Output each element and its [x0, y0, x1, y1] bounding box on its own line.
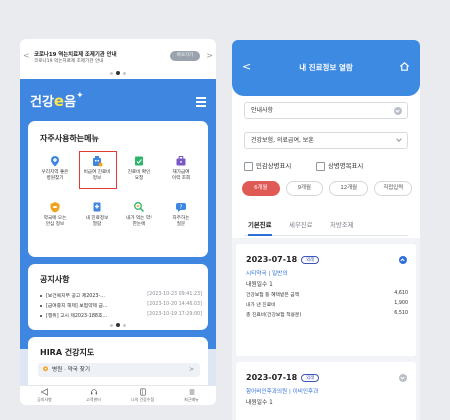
tab-health-notebook[interactable]: 나의 건강수첩	[118, 386, 167, 405]
tab-basic-care[interactable]: 기본진료	[248, 220, 272, 236]
record-date: 2023-07-18 외래	[246, 373, 320, 382]
receipt-check-icon	[135, 156, 143, 166]
favorite-menu-item[interactable]: 비급여 진료비 정보	[76, 149, 118, 195]
pill-search-icon	[134, 202, 144, 212]
record-card[interactable]: 2023-07-18 외래 시티약국 | 일반의 내원일수 1 건강보험 등 혜택…	[236, 244, 416, 356]
favorite-menu-grid: 우리지역 좋은 병원찾기 비급여 진료비 정보 진료비 확인 요청 재가급여 이력 조회 약국에…	[34, 149, 202, 241]
left-phone-screen: < 코로나19 역는치료제 조제기관 안내 코로나19 먹는치료제 조제기관 안…	[20, 39, 216, 405]
list-icon	[189, 389, 194, 395]
favorite-menu-label: 비급여 진료비	[83, 170, 111, 175]
briefcase-icon	[176, 156, 186, 166]
favorite-menu-card: 자주사용하는메뉴 우리지역 좋은 병원찾기 비급여 진료비 정보 진료비 확인 요청 재가급…	[28, 121, 208, 257]
notice-title: 공지사항	[40, 275, 70, 284]
hamburger-menu-icon[interactable]	[196, 97, 206, 109]
record-visit-days: 내원일수 1	[246, 282, 273, 288]
notice-item[interactable]: [행위] 고시 제2023-188호… [2023-10-19 17:29:00]	[40, 312, 204, 319]
page-title: 내 진료정보 열람	[299, 63, 353, 72]
app-logo: 건강e음✦	[30, 91, 84, 110]
tab-prescription[interactable]: 처방조제	[330, 220, 354, 229]
money-building-icon	[93, 156, 103, 167]
favorite-menu-item[interactable]: ? 자주하는 질문	[160, 195, 202, 241]
period-custom[interactable]: 직접입력	[374, 181, 412, 196]
sensitive-disease-checkbox[interactable]: 민감상병표시	[244, 162, 291, 171]
medical-record-icon	[93, 202, 101, 212]
notebook-icon	[139, 388, 146, 396]
favorite-menu-label: 질문	[176, 222, 186, 227]
banner-pagination	[20, 71, 216, 75]
favorite-menu-label: 한눈에	[132, 222, 146, 227]
favorite-menu-label: 이력 조회	[171, 176, 191, 181]
outpatient-badge: 외래	[301, 373, 320, 382]
expand-icon[interactable]	[399, 374, 407, 382]
notice-card: 공지사항 [보건복지부 공고 제2023-… [2023-10-23 09:41:…	[28, 264, 208, 330]
period-selector: 6개월 9개월 12개월 직접입력	[242, 181, 412, 196]
favorite-menu-item[interactable]: 내가 먹는 약! 한눈에	[118, 195, 160, 241]
favorite-menu-title: 자주사용하는메뉴	[40, 134, 99, 143]
banner-prev-button[interactable]: <	[23, 51, 30, 60]
pill-shield-icon	[50, 202, 60, 213]
hira-title: HIRA 건강지도	[40, 348, 95, 357]
headset-icon	[90, 389, 97, 395]
tab-recent-menu[interactable]: 최근메뉴	[167, 386, 216, 405]
favorite-menu-item[interactable]: 약국에 오는 안심 정보	[34, 195, 76, 241]
tab-notice[interactable]: 공지사항	[20, 386, 69, 405]
location-pin-icon	[43, 366, 48, 372]
notice-item[interactable]: [보건복지부 공고 제2023-… [2023-10-23 09:41:23]	[40, 292, 204, 299]
favorite-menu-label: 안심 정보	[45, 222, 65, 227]
hospital-pin-icon	[51, 156, 59, 167]
record-card[interactable]: 2023-07-18 외래 함어비인후과의원 | 이비인후과 내원일수 1	[236, 362, 416, 420]
right-phone-screen: < 내 진료정보 열람 안내사항 건강보험, 의료급여, 보훈 민감상병표시 상…	[232, 40, 420, 420]
favorite-menu-label: 병원찾기	[46, 176, 64, 181]
outpatient-badge: 외래	[301, 255, 320, 264]
disease-name-checkbox[interactable]: 상병명목표시	[316, 162, 363, 171]
svg-text:?: ?	[180, 204, 183, 210]
insurance-type-select[interactable]: 건강보험, 의료급여, 보훈	[244, 132, 408, 149]
record-institution[interactable]: 시티약국 | 일반의	[246, 269, 287, 277]
top-banner[interactable]: < 코로나19 역는치료제 조제기관 안내 코로나19 먹는치료제 조제기관 안…	[20, 39, 216, 79]
period-12-months[interactable]: 12개월	[329, 181, 369, 196]
chevron-down-icon	[396, 136, 402, 142]
favorite-menu-item[interactable]: 진료비 확인 요청	[118, 149, 160, 195]
favorite-menu-item[interactable]: 재가급여 이력 조회	[160, 149, 202, 195]
faq-icon: ?	[176, 203, 186, 212]
favorite-menu-item[interactable]: 우리지역 좋은 병원찾기	[34, 149, 76, 195]
banner-next-button[interactable]: >	[206, 51, 213, 60]
home-icon[interactable]	[399, 61, 410, 72]
banner-go-button[interactable]: 바로가기	[170, 51, 200, 61]
page-header: < 내 진료정보 열람	[232, 40, 420, 96]
notice-pagination	[28, 323, 208, 327]
record-list: 2023-07-18 외래 시티약국 | 일반의 내원일수 1 건강보험 등 혜택…	[232, 238, 420, 420]
notice-item[interactable]: [급여중지 해제] 보험약제 급… [2023-10-20 14:46:03]	[40, 302, 204, 309]
favorite-menu-item[interactable]: 내 진료정보 열람	[76, 195, 118, 241]
period-6-months[interactable]: 6개월	[242, 181, 280, 196]
record-institution[interactable]: 함어비인후과의원 | 이비인후과	[246, 387, 318, 395]
chevron-right-icon: >	[188, 366, 194, 373]
megaphone-icon	[40, 388, 48, 396]
record-row: 총 진료비(건강보험 적용분) 6,510	[246, 311, 408, 318]
record-row: 내가 낸 진료비 1,900	[246, 301, 408, 308]
favorite-menu-label: 정보	[92, 176, 102, 181]
hospital-pharmacy-search-button[interactable]: 병원 · 약국 찾기 >	[38, 363, 200, 377]
chevron-down-icon	[394, 107, 402, 115]
bottom-tab-bar: 공지사항 고객센터 나의 건강수첩 최근메뉴	[20, 385, 216, 405]
record-date: 2023-07-18 외래	[246, 255, 320, 264]
record-tabs: 기본진료 세부진료 처방조제	[244, 218, 408, 236]
period-9-months[interactable]: 9개월	[285, 181, 323, 196]
banner-title: 코로나19 역는치료제 조제기관 안내	[34, 52, 117, 58]
notice-dropdown[interactable]: 안내사항	[244, 102, 408, 119]
favorite-menu-label: 요청	[134, 176, 144, 181]
tab-customer-center[interactable]: 고객센터	[69, 386, 118, 405]
tab-detailed-care[interactable]: 세부진료	[289, 220, 313, 229]
collapse-icon[interactable]	[399, 256, 407, 264]
record-visit-days: 내원일수 1	[246, 400, 273, 406]
favorite-menu-label: 열람	[92, 222, 102, 227]
record-row: 건강보험 등 혜택받은 금액 4,610	[246, 291, 408, 298]
banner-subtitle: 코로나19 먹는치료제 조제기관 안내	[34, 59, 104, 64]
